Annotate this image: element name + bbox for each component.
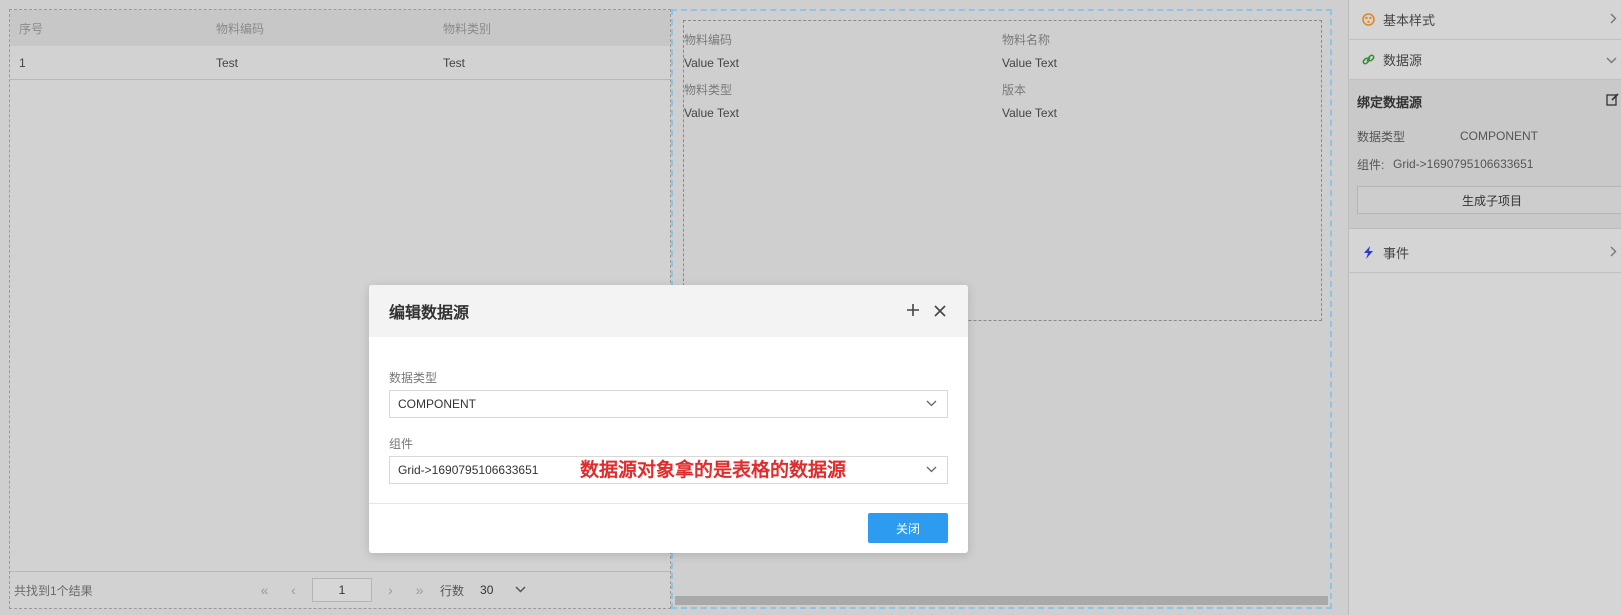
table-row[interactable]: 1 Test Test [10, 46, 670, 80]
dialog-title: 编辑数据源 [389, 305, 470, 322]
data-type-label: 数据类型 [389, 371, 438, 385]
component-value: Grid->1690795106633651 [398, 463, 539, 477]
lightning-icon [1361, 246, 1375, 260]
binding-title-row: 绑定数据源 [1357, 80, 1621, 122]
binding-type-label: 数据类型 [1357, 129, 1406, 144]
field-value: Value Text [684, 56, 739, 70]
result-count: 共找到1个结果 [14, 583, 93, 598]
link-icon [1361, 53, 1375, 67]
data-type-select[interactable]: COMPONENT [389, 390, 948, 418]
column-header-material-code[interactable]: 物料编码 [213, 20, 440, 37]
data-type-value: COMPONENT [398, 397, 476, 411]
chevron-right-icon [1610, 12, 1617, 27]
field-value: Value Text [1002, 106, 1057, 120]
binding-type-row: 数据类型 COMPONENT [1357, 122, 1621, 150]
binding-component-row: 组件: Grid->1690795106633651 [1357, 150, 1621, 178]
dialog-header: 编辑数据源 [369, 285, 968, 337]
section-label: 数据源 [1383, 53, 1423, 68]
horizontal-scrollbar[interactable] [675, 596, 1328, 605]
binding-title: 绑定数据源 [1357, 94, 1423, 110]
chevron-down-icon[interactable] [515, 584, 526, 596]
column-header-index[interactable]: 序号 [10, 20, 213, 37]
field-value: Value Text [1002, 56, 1057, 70]
binding-type-value: COMPONENT [1460, 129, 1538, 143]
column-header-material-category[interactable]: 物料类别 [440, 20, 670, 37]
next-page-icon[interactable]: › [376, 582, 405, 598]
binding-box: 绑定数据源 数据类型 COMPONENT 组件: Grid->169079510… [1349, 80, 1621, 229]
rows-per-page-select[interactable]: 30 [480, 583, 493, 597]
dialog-footer: 关闭 [369, 503, 968, 553]
pager: « ‹ 1 › » 行数 30 [250, 578, 526, 602]
first-page-icon[interactable]: « [250, 582, 279, 598]
grid-footer: 共找到1个结果 « ‹ 1 › » 行数 30 [10, 571, 670, 608]
component-select[interactable]: Grid->1690795106633651 数据源对象拿的是表格的数据源 [389, 456, 948, 484]
form-container[interactable]: 物料编码 Value Text 物料名称 Value Text 物料类型 Val… [683, 20, 1322, 321]
last-page-icon[interactable]: » [405, 582, 434, 598]
binding-component-value: Grid->1690795106633651 [1393, 157, 1534, 171]
cell-material-category: Test [443, 55, 466, 70]
field-material-type: 物料类型 Value Text [684, 81, 739, 120]
section-data-source[interactable]: 数据源 [1349, 40, 1621, 80]
field-material-code: 物料编码 Value Text [684, 31, 739, 70]
annotation-text: 数据源对象拿的是表格的数据源 [580, 459, 847, 481]
dialog-body: 数据类型 COMPONENT 组件 Grid->1690795106633651… [369, 337, 968, 484]
property-panel: 基本样式 数据源 绑定数据源 数据类型 COMPONENT 组件: Grid->… [1348, 0, 1621, 615]
edit-icon[interactable] [1606, 93, 1619, 109]
section-label: 基本样式 [1383, 13, 1436, 28]
field-label: 物料名称 [1002, 33, 1051, 47]
edit-datasource-dialog: 编辑数据源 数据类型 COMPONENT 组件 Grid->1690795106… [369, 285, 968, 553]
section-basic-style[interactable]: 基本样式 [1349, 0, 1621, 40]
chevron-down-icon [1606, 52, 1617, 67]
section-events[interactable]: 事件 [1349, 233, 1621, 273]
field-version: 版本 Value Text [1002, 81, 1057, 120]
maximize-icon[interactable] [906, 300, 920, 323]
component-label: 组件 [389, 437, 414, 451]
rows-per-page-label: 行数 [440, 583, 465, 598]
chevron-down-icon [926, 464, 937, 476]
binding-component-label: 组件: [1357, 157, 1385, 172]
field-label: 物料类型 [684, 83, 733, 97]
prev-page-icon[interactable]: ‹ [279, 582, 308, 598]
cell-index: 1 [19, 55, 26, 70]
close-icon[interactable] [934, 300, 946, 323]
field-label: 版本 [1002, 83, 1027, 97]
close-button[interactable]: 关闭 [868, 513, 948, 543]
chevron-right-icon [1610, 245, 1617, 260]
grid-header: 序号 物料编码 物料类别 [10, 10, 670, 46]
section-label: 事件 [1383, 246, 1410, 261]
field-value: Value Text [684, 106, 739, 120]
cell-material-code: Test [216, 55, 239, 70]
palette-icon [1361, 13, 1375, 27]
page-number-input[interactable]: 1 [312, 578, 372, 602]
chevron-down-icon [926, 398, 937, 410]
field-label: 物料编码 [684, 33, 733, 47]
generate-children-button[interactable]: 生成子项目 [1357, 186, 1621, 214]
field-material-name: 物料名称 Value Text [1002, 31, 1057, 70]
